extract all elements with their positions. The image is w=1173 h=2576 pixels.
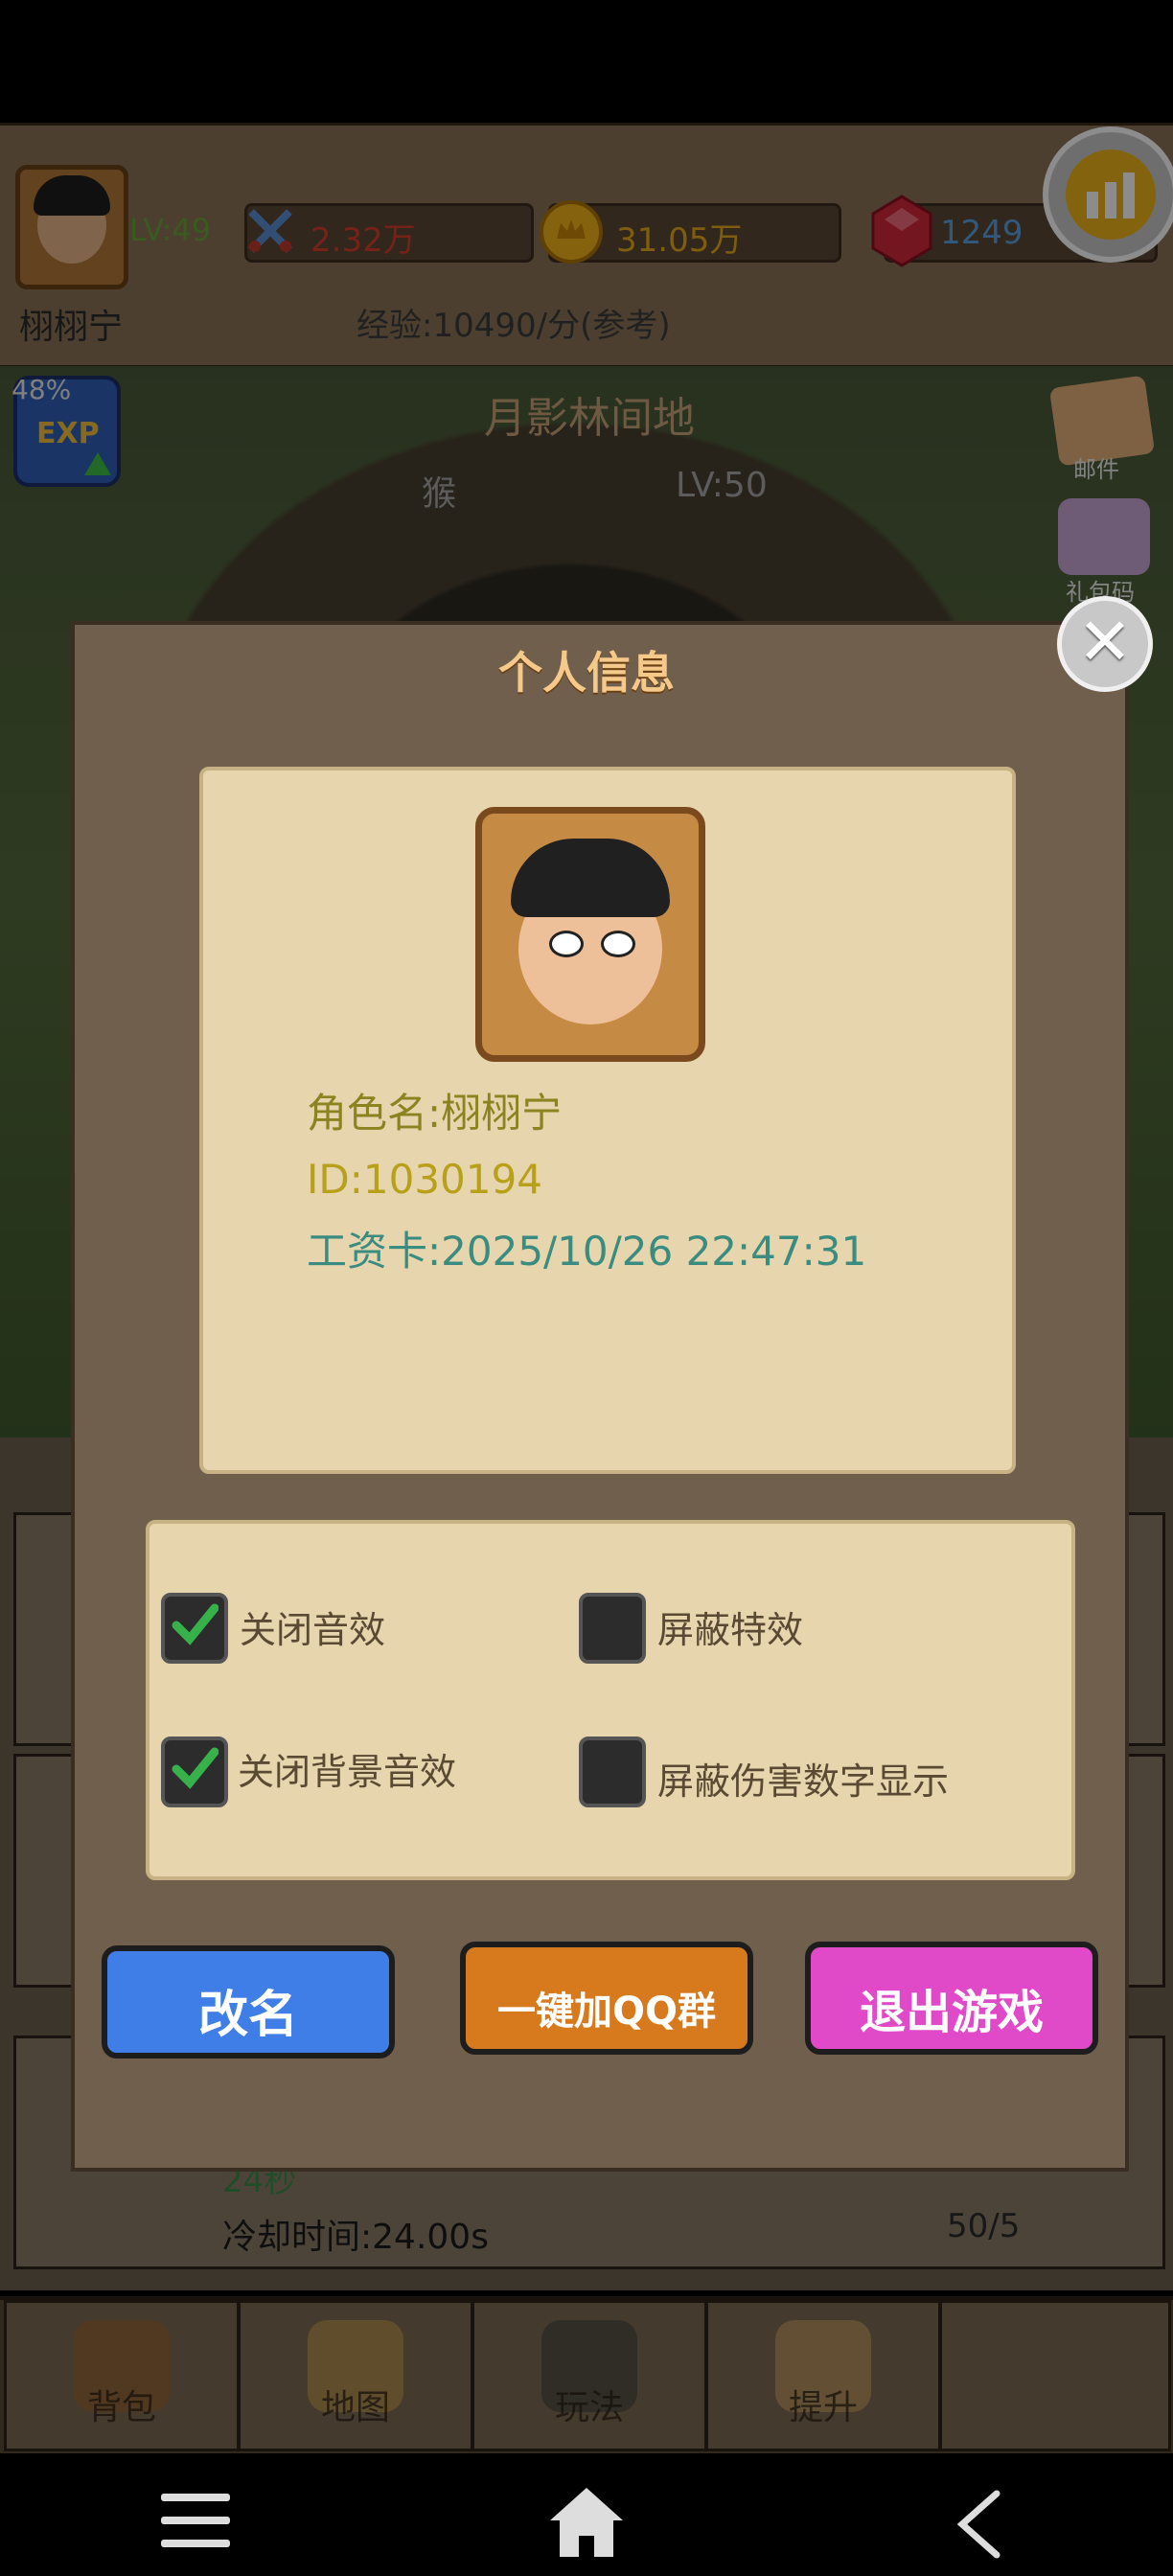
rename-label: 改名 [197,1987,298,2044]
option-label: 屏蔽伤害数字显示 [657,1760,950,1803]
recent-apps-button[interactable] [161,2494,230,2551]
home-button[interactable] [548,2486,625,2559]
settings-panel [146,1520,1075,1880]
checkmark-icon [172,1747,218,1789]
character-name: 角色名:栩栩宁 [307,1090,563,1137]
player-id: ID:1030194 [307,1156,542,1203]
home-icon [550,2488,623,2557]
option-label: 关闭音效 [240,1609,386,1651]
join-qq-label: 一键加QQ群 [496,1990,716,2034]
back-button[interactable] [954,2490,1002,2559]
exit-game-button[interactable]: 退出游戏 [805,1942,1098,2055]
close-button[interactable]: ✕ [1057,596,1153,692]
close-icon: ✕ [1077,605,1133,680]
option-label: 关闭背景音效 [238,1751,457,1793]
salary-card-expiry: 工资卡:2025/10/26 22:47:31 [307,1228,867,1275]
option-label: 屏蔽特效 [657,1609,804,1651]
hide-effects-checkbox[interactable] [579,1593,646,1664]
back-icon [956,2490,1000,2559]
exit-game-label: 退出游戏 [859,1986,1044,2039]
hide-damage-numbers-checkbox[interactable] [579,1736,646,1807]
mute-sound-checkbox[interactable] [161,1593,228,1664]
dialog-title: 个人信息 [498,647,675,699]
mute-bgm-checkbox[interactable] [161,1736,228,1807]
checkmark-icon [172,1603,218,1645]
join-qq-group-button[interactable]: 一键加QQ群 [460,1942,753,2055]
character-avatar [475,807,705,1062]
rename-button[interactable]: 改名 [102,1945,395,2058]
